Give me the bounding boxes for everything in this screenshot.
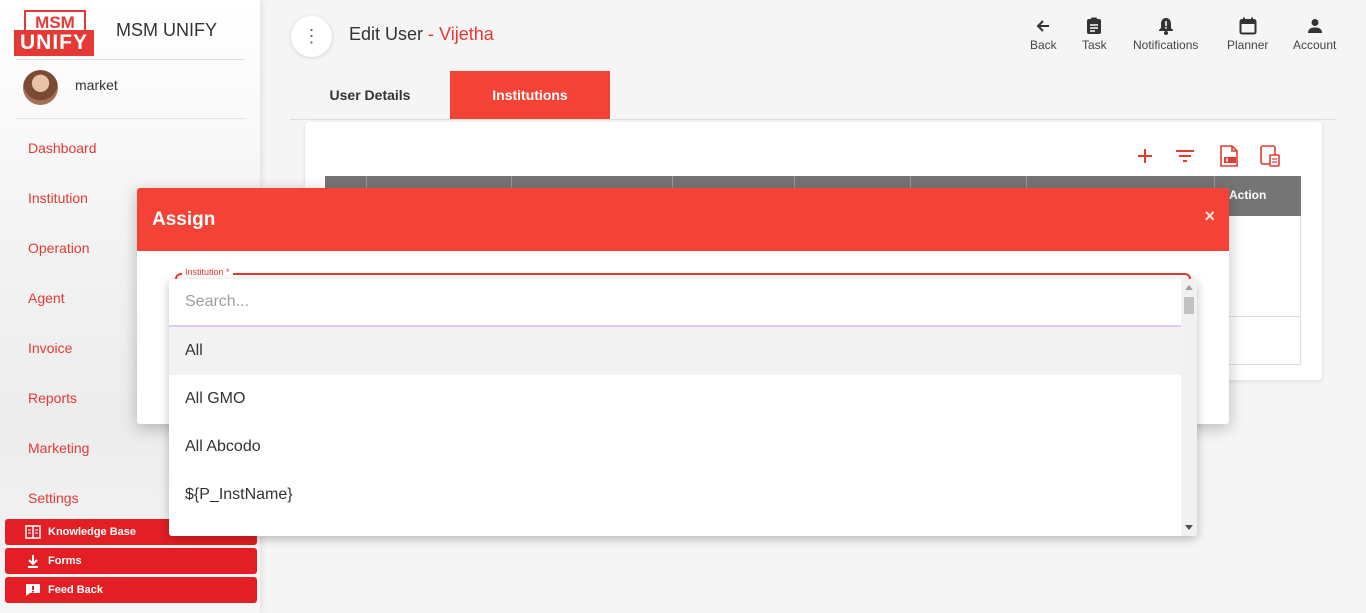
feedback-button[interactable]: Feed Back bbox=[5, 577, 257, 603]
notifications-label: Notifications bbox=[1133, 38, 1199, 52]
notifications-button[interactable]: Notifications bbox=[1133, 16, 1198, 52]
sidebar-item-settings[interactable]: Settings bbox=[28, 490, 79, 506]
calendar-icon bbox=[1238, 16, 1258, 36]
more-menu-button[interactable]: ⋮ bbox=[291, 16, 332, 57]
dropdown-option-all[interactable]: All bbox=[169, 327, 1181, 375]
modal-title: Assign bbox=[152, 209, 216, 230]
book-icon bbox=[25, 525, 41, 539]
scroll-thumb[interactable] bbox=[1184, 297, 1194, 314]
feedback-icon bbox=[25, 583, 41, 597]
action-column-header: Action bbox=[1229, 188, 1267, 202]
page-title-main: Edit User bbox=[349, 24, 424, 44]
dropdown-search-input[interactable] bbox=[169, 279, 1181, 325]
add-icon[interactable] bbox=[1134, 145, 1156, 167]
filter-icon[interactable] bbox=[1174, 145, 1196, 167]
excel-export-icon[interactable] bbox=[1218, 145, 1240, 167]
dropdown-option-all-gmo[interactable]: All GMO bbox=[169, 375, 1181, 423]
forms-button[interactable]: Forms bbox=[5, 548, 257, 574]
app-logo[interactable]: MSM UNIFY bbox=[14, 10, 94, 56]
dropdown-option-all-abcodo[interactable]: All Abcodo bbox=[169, 423, 1181, 471]
logo-top-text: MSM bbox=[24, 10, 86, 32]
page-title-user: Vijetha bbox=[439, 24, 494, 44]
sidebar-item-operation[interactable]: Operation bbox=[28, 240, 89, 256]
task-button[interactable]: Task bbox=[1082, 16, 1107, 52]
sidebar-item-institution[interactable]: Institution bbox=[28, 190, 88, 206]
sidebar-item-marketing[interactable]: Marketing bbox=[28, 440, 89, 456]
clipboard-icon bbox=[1084, 16, 1104, 36]
app-title: MSM UNIFY bbox=[116, 20, 217, 40]
sidebar-item-reports[interactable]: Reports bbox=[28, 390, 77, 406]
tab-divider bbox=[290, 119, 1336, 120]
tab-institutions[interactable]: Institutions bbox=[450, 71, 610, 119]
sidebar-item-agent[interactable]: Agent bbox=[28, 290, 65, 306]
scroll-down-arrow-icon[interactable] bbox=[1185, 525, 1193, 530]
logo-bottom-text: UNIFY bbox=[14, 30, 94, 56]
dropdown-scrollbar[interactable] bbox=[1181, 279, 1197, 536]
scroll-up-arrow-icon[interactable] bbox=[1185, 285, 1193, 290]
page-title-separator: - bbox=[423, 24, 440, 44]
modal-header: Assign × bbox=[137, 188, 1229, 251]
dropdown-option-p-instname[interactable]: ${P_InstName} bbox=[169, 471, 1181, 519]
task-label: Task bbox=[1082, 38, 1107, 52]
sidebar-item-invoice[interactable]: Invoice bbox=[28, 340, 72, 356]
account-label: Account bbox=[1293, 38, 1337, 52]
divider bbox=[16, 59, 245, 60]
dropdown-search-box bbox=[169, 279, 1181, 327]
avatar[interactable] bbox=[23, 70, 58, 105]
knowledge-base-label: Knowledge Base bbox=[48, 526, 137, 538]
back-button[interactable]: Back bbox=[1030, 16, 1057, 52]
sidebar-item-dashboard[interactable]: Dashboard bbox=[28, 140, 97, 156]
arrow-left-icon bbox=[1033, 16, 1053, 36]
tab-user-details[interactable]: User Details bbox=[290, 71, 450, 119]
institution-dropdown: All All GMO All Abcodo ${P_InstName} bbox=[169, 279, 1197, 536]
forms-label: Forms bbox=[48, 555, 82, 567]
back-label: Back bbox=[1030, 38, 1057, 52]
more-vert-icon: ⋮ bbox=[302, 26, 321, 46]
bell-icon bbox=[1156, 16, 1176, 36]
page-title: Edit User - Vijetha bbox=[349, 24, 494, 45]
account-button[interactable]: Account bbox=[1293, 16, 1336, 52]
institution-field-label: Institution * bbox=[182, 267, 233, 277]
download-icon bbox=[25, 554, 41, 568]
planner-label: Planner bbox=[1227, 38, 1269, 52]
feedback-label: Feed Back bbox=[48, 584, 104, 596]
person-icon bbox=[1305, 16, 1325, 36]
close-icon[interactable]: × bbox=[1204, 206, 1215, 227]
user-name: market bbox=[75, 77, 118, 93]
planner-button[interactable]: Planner bbox=[1227, 16, 1268, 52]
column-settings-icon[interactable] bbox=[1259, 145, 1281, 167]
divider bbox=[16, 118, 245, 119]
